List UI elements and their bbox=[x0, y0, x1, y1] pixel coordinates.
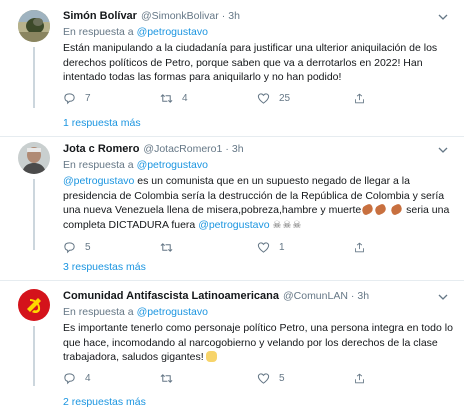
display-name[interactable]: Simón Bolívar bbox=[63, 10, 137, 22]
action-bar: 5 1 bbox=[63, 239, 454, 255]
reply-context: En respuesta a @petrogustavo bbox=[63, 306, 454, 320]
tweet[interactable]: Comunidad Antifascista Latinoamericana @… bbox=[0, 281, 464, 419]
tweet-text: Es importante tenerlo como personaje pol… bbox=[63, 321, 454, 365]
tweet[interactable]: Simón Bolívar @SimonkBolivar · 3h En res… bbox=[0, 0, 464, 137]
tweet-text-part: Es importante tenerlo como personaje pol… bbox=[63, 322, 453, 363]
reply-prefix: En respuesta a bbox=[63, 306, 134, 318]
show-more-replies-link[interactable]: 2 respuestas más bbox=[63, 396, 146, 408]
reply-mention-link[interactable]: @petrogustavo bbox=[137, 159, 208, 171]
share-button[interactable] bbox=[354, 92, 374, 105]
retweet-icon bbox=[160, 374, 173, 383]
reply-count: 7 bbox=[85, 93, 91, 104]
reply-icon bbox=[64, 93, 75, 105]
like-count: 5 bbox=[279, 373, 285, 384]
action-bar: 7 4 25 bbox=[63, 91, 454, 107]
reply-icon bbox=[64, 241, 75, 253]
avatar[interactable] bbox=[18, 10, 50, 42]
retweet-icon bbox=[160, 242, 173, 252]
tweet-header: Comunidad Antifascista Latinoamericana @… bbox=[63, 290, 454, 304]
display-name[interactable]: Jota c Romero bbox=[63, 143, 139, 155]
reply-count: 5 bbox=[85, 241, 91, 253]
thread-line bbox=[33, 326, 35, 386]
share-icon bbox=[355, 93, 364, 104]
share-button[interactable] bbox=[354, 241, 374, 254]
timestamp[interactable]: 3h bbox=[228, 10, 240, 22]
show-more-replies-link[interactable]: 1 respuesta más bbox=[63, 117, 141, 129]
heart-icon bbox=[257, 241, 270, 253]
reply-prefix: En respuesta a bbox=[63, 26, 134, 38]
thread-line bbox=[33, 47, 35, 108]
chevron-down-icon[interactable] bbox=[436, 10, 450, 24]
timestamp[interactable]: 3h bbox=[232, 143, 244, 155]
chevron-down-icon[interactable] bbox=[436, 143, 450, 157]
avatar[interactable] bbox=[18, 142, 50, 174]
like-count: 1 bbox=[279, 241, 285, 253]
display-name[interactable]: Comunidad Antifascista Latinoamericana bbox=[63, 290, 279, 302]
separator-dot: · bbox=[225, 143, 229, 155]
reply-prefix: En respuesta a bbox=[63, 159, 134, 171]
avatar[interactable] bbox=[18, 289, 50, 321]
retweet-button[interactable] bbox=[160, 241, 257, 254]
tweet-text: Están manipulando a la ciudadanía para j… bbox=[63, 42, 438, 83]
user-handle[interactable]: @SimonkBolivar bbox=[141, 10, 219, 22]
reply-button[interactable]: 5 bbox=[63, 241, 160, 254]
mention-link[interactable]: @petrogustavo bbox=[198, 219, 269, 231]
leg-emoji bbox=[389, 203, 404, 216]
tweet-header: Jota c Romero @JotacRomero1 · 3h bbox=[63, 143, 454, 157]
mention-link[interactable]: @petrogustavo bbox=[63, 175, 134, 187]
chevron-down-icon[interactable] bbox=[436, 290, 450, 304]
retweet-icon bbox=[160, 94, 173, 103]
action-bar: 4 5 bbox=[63, 371, 454, 387]
separator-dot: · bbox=[350, 290, 355, 302]
user-handle[interactable]: @JotacRomero1 bbox=[143, 143, 222, 155]
separator-dot: · bbox=[221, 10, 226, 22]
skull-emoji: ☠☠☠ bbox=[272, 219, 303, 231]
timestamp[interactable]: 3h bbox=[357, 290, 369, 302]
tweet[interactable]: Jota c Romero @JotacRomero1 · 3h En resp… bbox=[0, 137, 464, 280]
reply-count: 4 bbox=[85, 373, 91, 384]
reply-button[interactable]: 7 bbox=[63, 92, 160, 105]
show-more-replies-link[interactable]: 3 respuestas más bbox=[63, 261, 146, 273]
raised-fist-emoji bbox=[205, 351, 217, 362]
retweet-button[interactable]: 4 bbox=[160, 92, 257, 105]
like-button[interactable]: 25 bbox=[257, 92, 354, 105]
reply-mention-link[interactable]: @petrogustavo bbox=[137, 306, 208, 318]
thread-line bbox=[33, 179, 35, 250]
heart-icon bbox=[257, 373, 270, 384]
retweet-button[interactable] bbox=[160, 372, 257, 385]
share-icon bbox=[355, 373, 364, 384]
leg-emoji bbox=[373, 203, 388, 216]
share-icon bbox=[355, 242, 364, 252]
reply-button[interactable]: 4 bbox=[63, 372, 160, 385]
share-button[interactable] bbox=[354, 372, 374, 385]
reply-context: En respuesta a @petrogustavo bbox=[63, 159, 454, 173]
reply-icon bbox=[64, 373, 75, 385]
reply-context: En respuesta a @petrogustavo bbox=[63, 26, 454, 40]
tweet-header: Simón Bolívar @SimonkBolivar · 3h bbox=[63, 10, 454, 24]
user-handle[interactable]: @ComunLAN bbox=[283, 290, 348, 302]
like-button[interactable]: 1 bbox=[257, 241, 354, 254]
tweet-text: @petrogustavo es un comunista que en un … bbox=[63, 174, 454, 233]
retweet-count: 4 bbox=[182, 93, 188, 104]
heart-icon bbox=[257, 93, 270, 104]
leg-emoji bbox=[360, 203, 375, 216]
like-count: 25 bbox=[279, 93, 291, 104]
reply-mention-link[interactable]: @petrogustavo bbox=[137, 26, 208, 38]
like-button[interactable]: 5 bbox=[257, 372, 354, 385]
